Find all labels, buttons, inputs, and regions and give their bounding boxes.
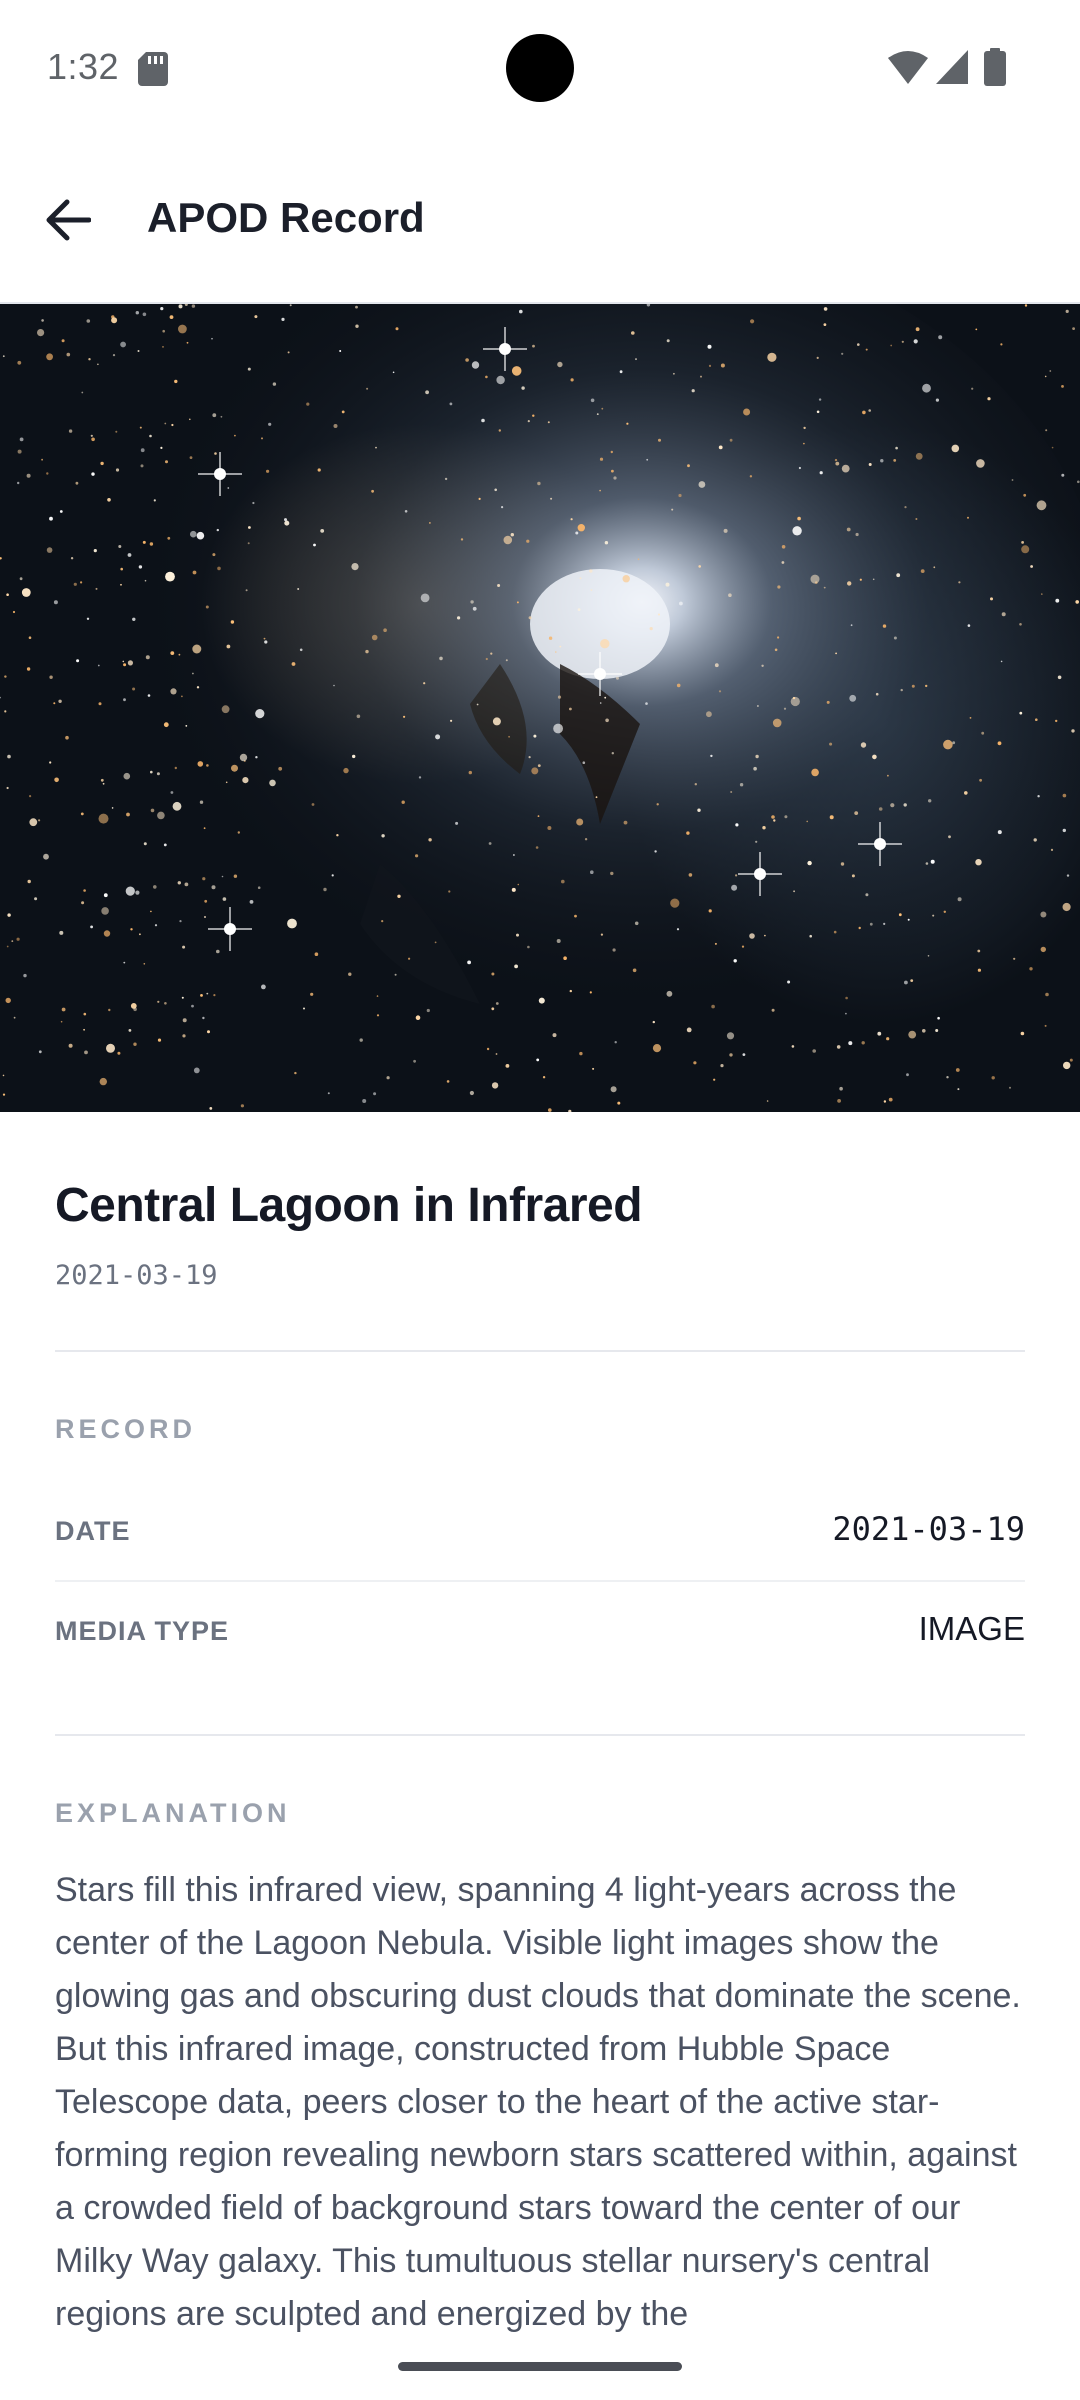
arrow-left-icon — [46, 199, 91, 241]
camera-cutout — [506, 34, 574, 102]
sd-card-icon — [138, 52, 168, 86]
record-section-heading: RECORD — [55, 1414, 197, 1444]
divider — [55, 1350, 1025, 1352]
signal-icon — [936, 50, 968, 84]
app-bar: APOD Record — [0, 136, 1080, 304]
explanation-text: Stars fill this infrared view, spanning … — [55, 1871, 1021, 2333]
explanation-section-heading: EXPLANATION — [55, 1798, 291, 1828]
date-label: DATE — [55, 1516, 131, 1546]
media-type-value: IMAGE — [918, 1610, 1025, 1647]
home-indicator[interactable] — [398, 2362, 682, 2371]
record-title: Central Lagoon in Infrared — [55, 1179, 643, 1232]
status-time: 1:32 — [47, 46, 120, 87]
date-value: 2021-03-19 — [832, 1510, 1025, 1548]
battery-icon — [984, 48, 1006, 86]
nebula-picture — [0, 304, 1080, 1112]
status-bar: 1:32 — [0, 0, 1080, 136]
back-button[interactable] — [28, 180, 108, 260]
apod-record-screen: 1:32 APOD Record Central Lagoon in Infra… — [0, 0, 1080, 2400]
record-date-subtitle: 2021-03-19 — [55, 1260, 218, 1291]
media-type-label: MEDIA TYPE — [55, 1616, 230, 1646]
page-title: APOD Record — [147, 194, 425, 241]
row-divider — [55, 1580, 1025, 1582]
divider — [55, 1734, 1025, 1736]
wifi-icon — [888, 51, 928, 84]
apod-image[interactable] — [0, 304, 1080, 1112]
